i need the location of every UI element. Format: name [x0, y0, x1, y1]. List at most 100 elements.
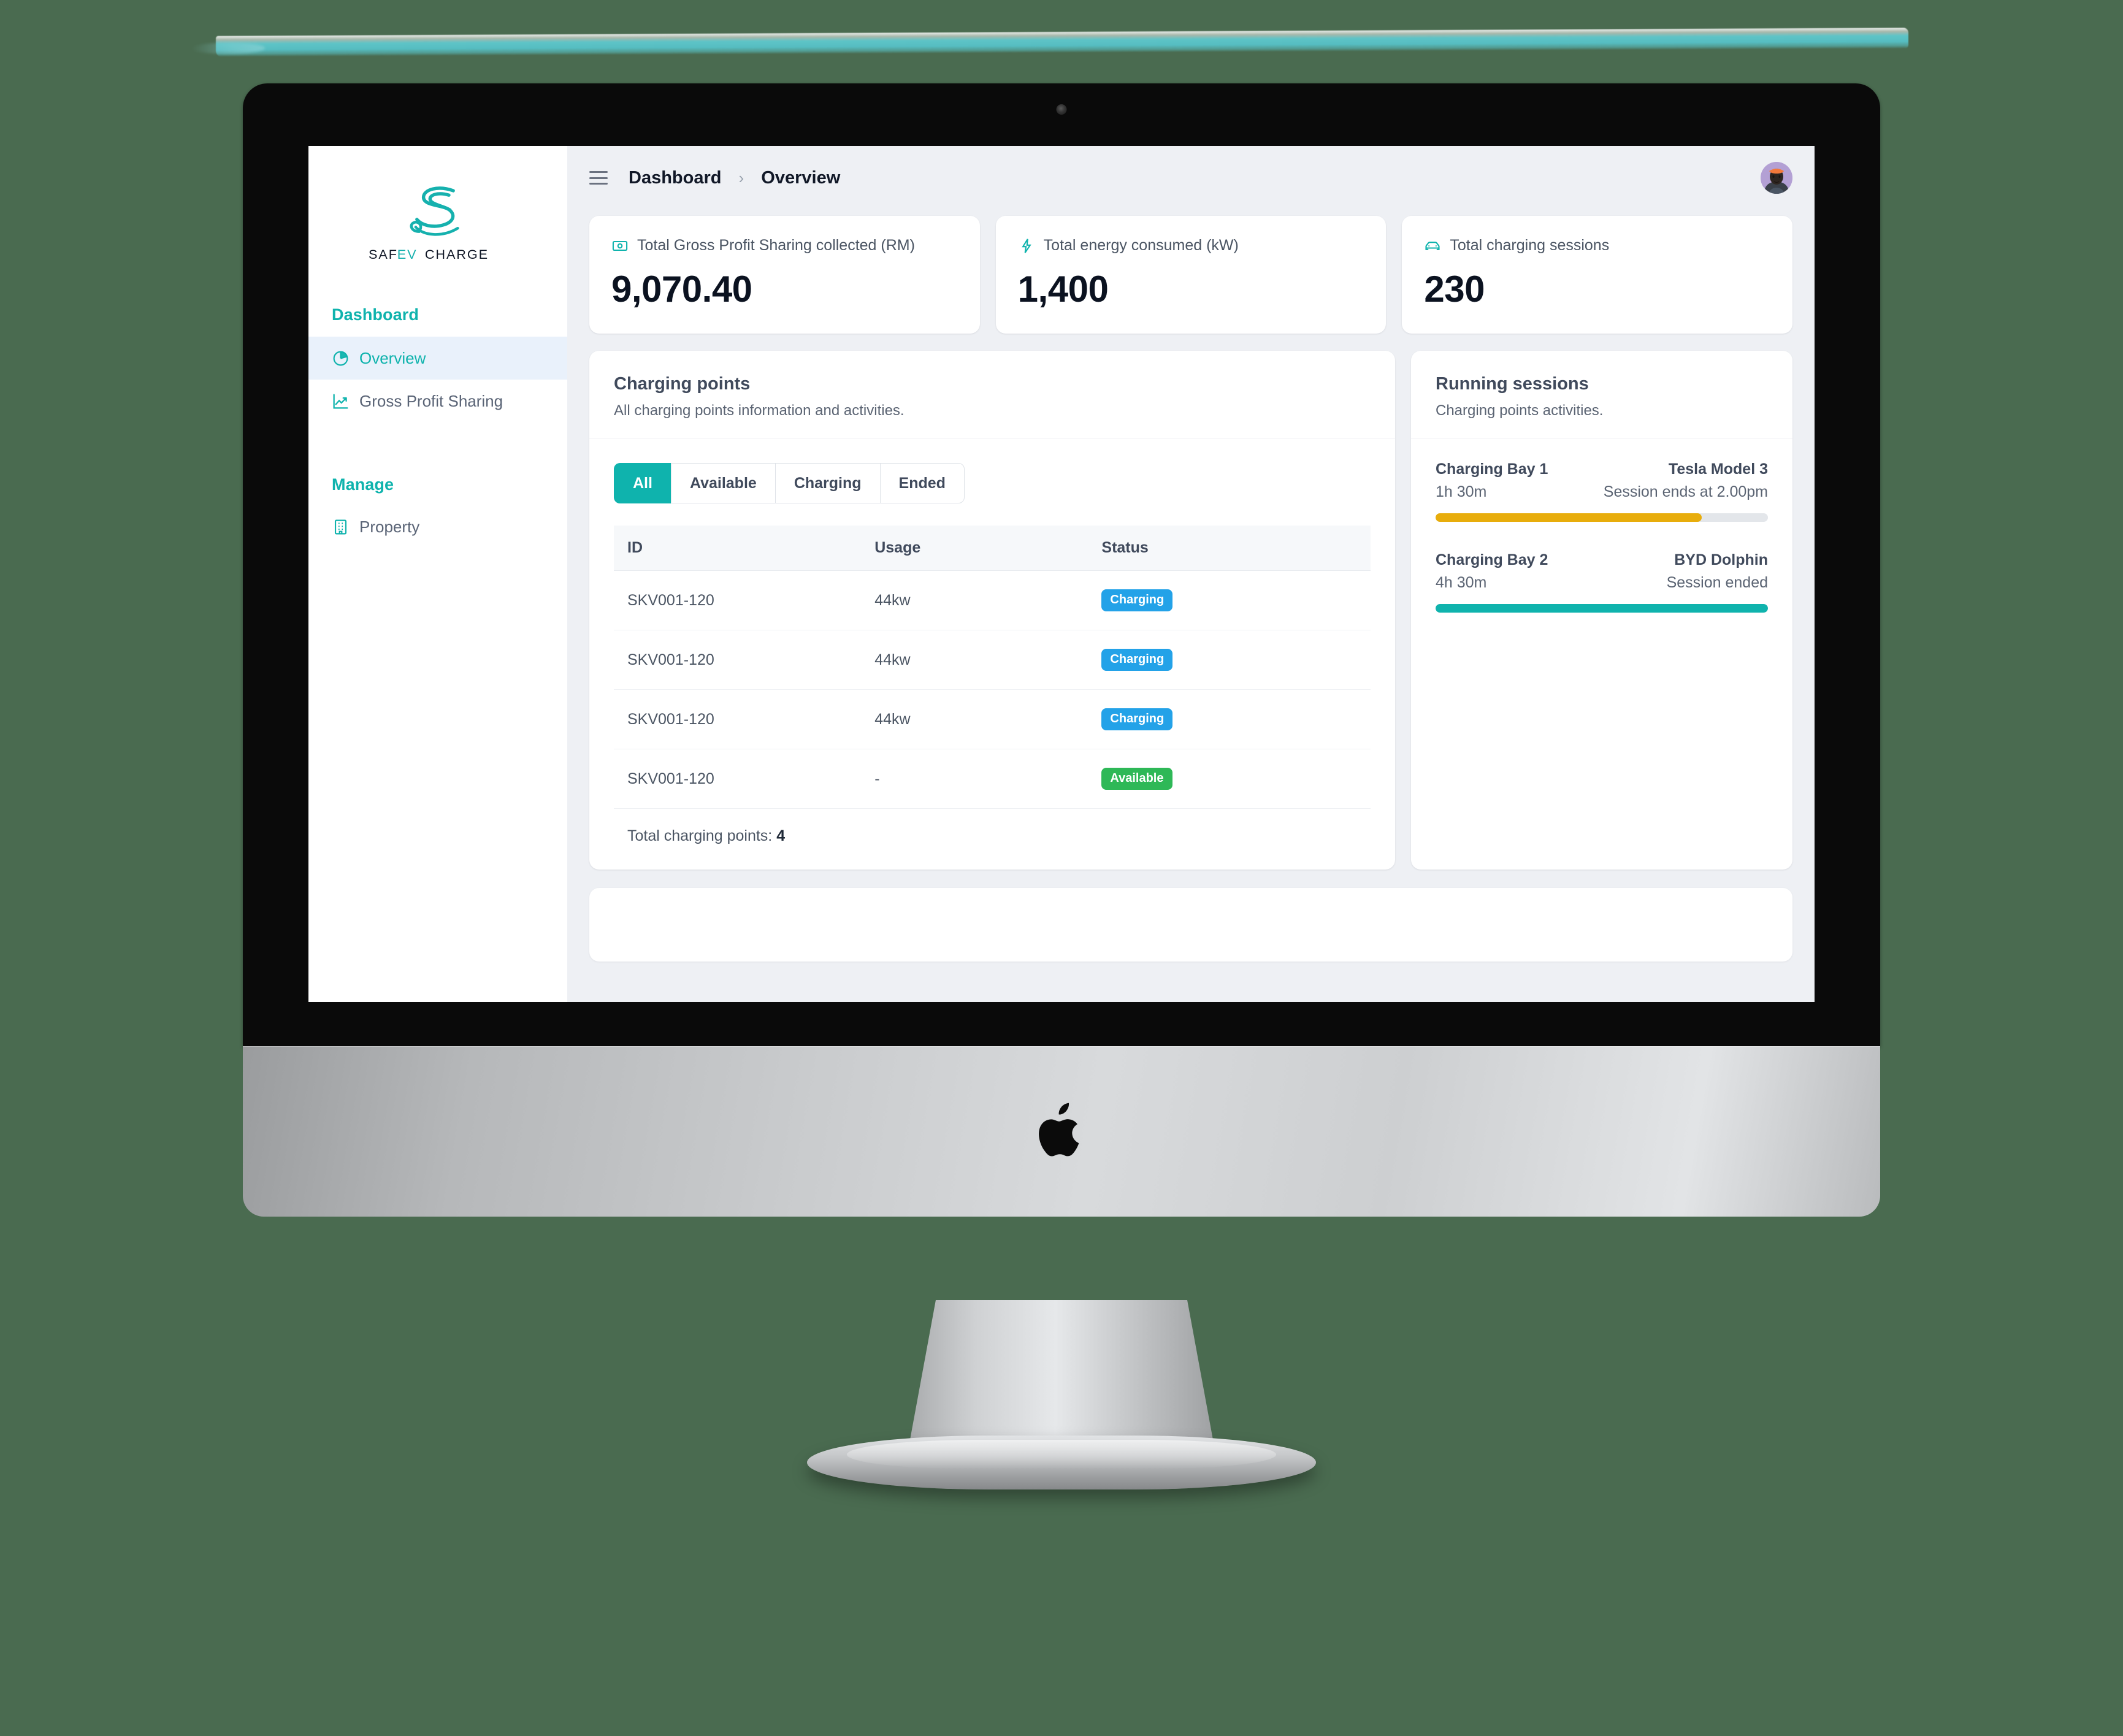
safevcharge-wordtype: SAF EV CHARGE	[369, 247, 489, 262]
column-header-usage[interactable]: Usage	[863, 526, 1091, 571]
stat-value: 1,400	[1017, 269, 1109, 310]
app-root: SAF EV CHARGE Dashboard Overview Gross P…	[308, 146, 1815, 1002]
cell-id: SKV001-120	[614, 630, 864, 690]
screen-content: SAF EV CHARGE Dashboard Overview Gross P…	[308, 146, 1815, 1002]
running-sessions-header: Running sessions Charging points activit…	[1411, 351, 1792, 438]
topbar: Dashboard › Overview	[589, 146, 1792, 210]
sidebar: SAF EV CHARGE Dashboard Overview Gross P…	[308, 146, 567, 1002]
session-vehicle: BYD Dolphin	[1674, 551, 1768, 568]
line-chart-icon	[333, 393, 348, 409]
session-progress-bar	[1436, 513, 1768, 522]
table-row[interactable]: SKV001-120 - Available	[614, 749, 1371, 809]
session-bay: Charging Bay 2	[1436, 551, 1548, 568]
svg-text:SAF: SAF	[369, 247, 398, 262]
hamburger-icon[interactable]	[589, 171, 608, 185]
tab-ended[interactable]: Ended	[879, 463, 965, 503]
cell-status: Charging	[1090, 570, 1371, 630]
session-progress-bar	[1436, 604, 1768, 613]
sidebar-item-label: Gross Profit Sharing	[359, 391, 503, 410]
svg-text:CHARGE: CHARGE	[425, 247, 489, 262]
breadcrumb-root[interactable]: Dashboard	[629, 168, 721, 188]
monitor-stand-neck	[908, 1300, 1215, 1450]
stat-label: Total energy consumed (kW)	[1043, 237, 1239, 254]
sidebar-item-property[interactable]: Property	[308, 505, 567, 548]
session-bay: Charging Bay 1	[1436, 461, 1548, 478]
footer-label: Total charging points:	[627, 827, 773, 844]
list-item[interactable]: Charging Bay 2 BYD Dolphin 4h 30m Sessio…	[1436, 551, 1768, 613]
stat-label: Total charging sessions	[1450, 237, 1610, 254]
monitor-bezel: SAF EV CHARGE Dashboard Overview Gross P…	[243, 83, 1880, 1046]
table-body: SKV001-120 44kw Charging SKV001-120 44kw…	[614, 570, 1371, 809]
avatar[interactable]	[1761, 162, 1792, 194]
panels-row: Charging points All charging points info…	[589, 351, 1792, 870]
chevron-right-icon: ›	[738, 168, 744, 187]
list-item[interactable]: Charging Bay 1 Tesla Model 3 1h 30m Sess…	[1436, 461, 1768, 522]
session-bottom-row: 4h 30m Session ended	[1436, 574, 1768, 592]
tab-charging[interactable]: Charging	[775, 463, 880, 503]
column-header-id[interactable]: ID	[614, 526, 864, 571]
bolt-icon	[1021, 238, 1031, 253]
session-progress-fill	[1436, 513, 1702, 522]
avatar-image	[1761, 162, 1792, 194]
sidebar-item-gross-profit-sharing[interactable]: Gross Profit Sharing	[308, 380, 567, 423]
session-vehicle: Tesla Model 3	[1668, 461, 1768, 478]
session-bottom-row: 1h 30m Session ends at 2.00pm	[1436, 483, 1768, 501]
stat-value: 9,070.40	[611, 269, 752, 310]
session-progress-fill	[1436, 604, 1768, 613]
status-badge: Charging	[1101, 589, 1173, 611]
monitor-stand-base-highlight	[847, 1440, 1276, 1469]
stat-card-gross-profit: Total Gross Profit Sharing collected (RM…	[589, 216, 980, 334]
tab-all[interactable]: All	[614, 463, 671, 503]
status-badge: Charging	[1101, 708, 1173, 730]
cell-status: Charging	[1090, 630, 1371, 690]
cell-id: SKV001-120	[614, 689, 864, 749]
charging-points-panel: Charging points All charging points info…	[589, 351, 1395, 870]
cell-usage: -	[863, 749, 1091, 809]
apple-logo-icon	[1039, 1103, 1079, 1157]
sidebar-item-overview[interactable]: Overview	[308, 337, 567, 380]
table-row[interactable]: SKV001-120 44kw Charging	[614, 689, 1371, 749]
stat-label-wrap: Total energy consumed (kW)	[1018, 237, 1364, 254]
tab-available[interactable]: Available	[670, 463, 775, 503]
column-header-status[interactable]: Status	[1090, 526, 1371, 571]
session-duration: 1h 30m	[1436, 483, 1487, 500]
stat-card-charging-sessions: Total charging sessions 230	[1402, 216, 1793, 334]
stat-value: 230	[1424, 269, 1485, 310]
running-sessions-title: Running sessions	[1436, 374, 1589, 394]
table-row[interactable]: SKV001-120 44kw Charging	[614, 570, 1371, 630]
cell-id: SKV001-120	[614, 749, 864, 809]
cell-status: Available	[1090, 749, 1371, 809]
sidebar-item-label: Property	[359, 517, 420, 536]
running-sessions-panel: Running sessions Charging points activit…	[1411, 351, 1792, 870]
next-panel-partial	[589, 888, 1792, 962]
banknote-icon	[612, 240, 628, 251]
cell-id: SKV001-120	[614, 570, 864, 630]
main-content: Dashboard › Overview Total Gross Profit …	[567, 146, 1815, 1002]
running-sessions-subtitle: Charging points activities.	[1436, 402, 1604, 419]
brand-logo[interactable]: SAF EV CHARGE	[308, 153, 567, 272]
building-icon	[334, 519, 347, 534]
sidebar-group-manage-title: Manage	[332, 475, 394, 494]
safevcharge-logo-icon	[410, 186, 459, 236]
table-row[interactable]: SKV001-120 44kw Charging	[614, 630, 1371, 690]
webcam-icon	[1056, 104, 1067, 115]
cell-usage: 44kw	[863, 570, 1091, 630]
status-badge: Charging	[1101, 649, 1173, 671]
stat-card-energy-consumed: Total energy consumed (kW) 1,400	[995, 216, 1387, 334]
session-top-row: Charging Bay 2 BYD Dolphin	[1436, 551, 1768, 569]
session-top-row: Charging Bay 1 Tesla Model 3	[1436, 461, 1768, 478]
monitor-chin	[243, 1046, 1880, 1217]
stat-label-wrap: Total Gross Profit Sharing collected (RM…	[611, 237, 958, 254]
cell-usage: 44kw	[863, 689, 1091, 749]
breadcrumb: Dashboard › Overview	[629, 168, 840, 188]
decorative-brush-stroke	[216, 28, 1908, 57]
session-status: Session ends at 2.00pm	[1603, 483, 1768, 500]
table-header: ID Usage Status	[614, 526, 1371, 571]
stats-row: Total Gross Profit Sharing collected (RM…	[589, 216, 1793, 334]
charging-points-filter-tabs: All Available Charging Ended	[589, 438, 1395, 503]
charging-points-header: Charging points All charging points info…	[589, 351, 1395, 438]
stat-label-wrap: Total charging sessions	[1424, 237, 1770, 254]
running-sessions-list: Charging Bay 1 Tesla Model 3 1h 30m Sess…	[1411, 438, 1792, 667]
svg-text:EV: EV	[397, 247, 418, 262]
charging-points-subtitle: All charging points information and acti…	[614, 402, 905, 419]
